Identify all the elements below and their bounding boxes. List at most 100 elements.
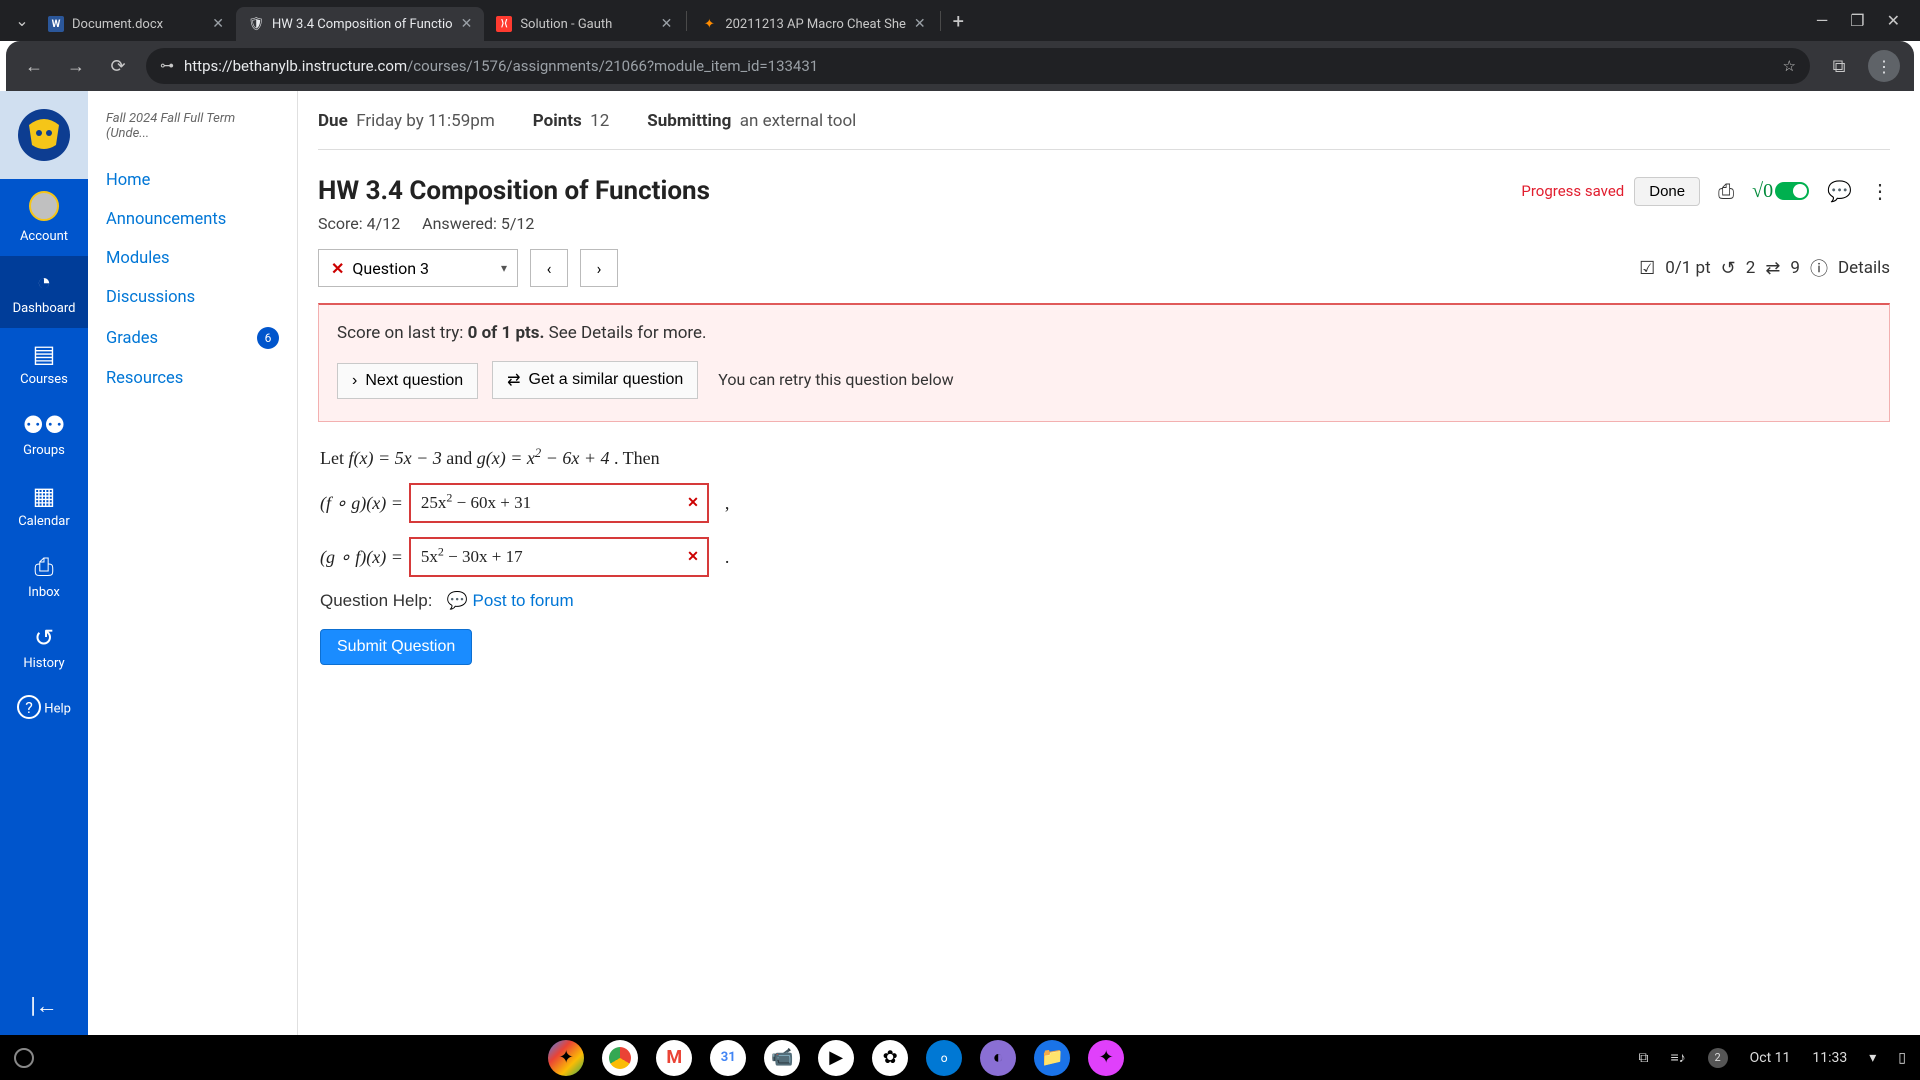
- notification-badge[interactable]: 2: [1708, 1048, 1728, 1068]
- inbox-icon: ⎙: [4, 553, 84, 581]
- nav-inbox[interactable]: ⎙ Inbox: [0, 541, 88, 612]
- tab-search-dropdown[interactable]: ⌄: [8, 7, 36, 35]
- extensions-icon[interactable]: ⧉: [1824, 56, 1854, 77]
- answer-input-gof[interactable]: 5x2 − 30x + 17 ✕: [409, 537, 709, 577]
- minimize-icon[interactable]: —: [1816, 11, 1829, 30]
- score-text: Score: 4/12: [318, 214, 400, 233]
- course-nav-modules[interactable]: Modules: [88, 239, 297, 278]
- clear-icon[interactable]: ✕: [687, 495, 699, 512]
- app-unknown2[interactable]: ✦: [1088, 1040, 1124, 1076]
- incorrect-icon: ✕: [331, 259, 344, 278]
- app-gmail[interactable]: M: [656, 1040, 692, 1076]
- tab-macro[interactable]: ✦ 20211213 AP Macro Cheat She ✕: [689, 7, 937, 41]
- details-link[interactable]: Details: [1838, 258, 1890, 278]
- answer-value: 5x2 − 30x + 17: [421, 547, 523, 567]
- app-outlook[interactable]: o: [926, 1040, 962, 1076]
- course-nav-resources[interactable]: Resources: [88, 359, 297, 398]
- tab-gauth[interactable]: ⟩⟨ Solution - Gauth ✕: [484, 7, 684, 41]
- answer-value: 25x2 − 60x + 31: [421, 493, 531, 513]
- app-gemini[interactable]: ✦: [548, 1040, 584, 1076]
- submit-question-button[interactable]: Submit Question: [320, 629, 472, 665]
- similar-question-button[interactable]: ⇄ Get a similar question: [492, 361, 698, 399]
- f-definition: f(x) = 5x − 3: [349, 448, 442, 468]
- browser-tab-strip: ⌄ W Document.docx ✕ 🛡 HW 3.4 Composition…: [0, 0, 1920, 41]
- tab-hw[interactable]: 🛡 HW 3.4 Composition of Functio ✕: [236, 7, 484, 41]
- app-calendar[interactable]: 31: [710, 1040, 746, 1076]
- bookmark-icon[interactable]: ☆: [1783, 57, 1796, 75]
- wifi-icon[interactable]: ▾: [1869, 1050, 1876, 1066]
- nav-label: Courses: [20, 372, 68, 387]
- close-window-icon[interactable]: ✕: [1887, 11, 1900, 30]
- back-button[interactable]: ←: [20, 56, 48, 77]
- new-tab-button[interactable]: +: [943, 9, 974, 33]
- clear-icon[interactable]: ✕: [687, 549, 699, 566]
- nav-link-label: Grades: [106, 329, 158, 348]
- screenshot-icon[interactable]: ⧉: [1638, 1050, 1648, 1066]
- app-meet[interactable]: 📹: [764, 1040, 800, 1076]
- nav-account[interactable]: Account: [0, 179, 88, 256]
- site-info-icon[interactable]: ⊶: [160, 58, 174, 74]
- collapse-nav-button[interactable]: |←: [14, 977, 73, 1035]
- refresh-icon: ⇄: [507, 370, 520, 390]
- close-icon[interactable]: ✕: [212, 16, 224, 32]
- course-nav-grades[interactable]: Grades6: [88, 317, 297, 359]
- taskbar-date[interactable]: Oct 11: [1750, 1050, 1791, 1066]
- app-files[interactable]: 📁: [1034, 1040, 1070, 1076]
- close-icon[interactable]: ✕: [661, 16, 673, 32]
- app-photos[interactable]: ✿: [872, 1040, 908, 1076]
- media-icon[interactable]: ≡♪: [1670, 1049, 1685, 1066]
- submitting-value: an external tool: [740, 111, 857, 131]
- app-play[interactable]: ▶: [818, 1040, 854, 1076]
- question-selector[interactable]: ✕ Question 3: [318, 249, 518, 287]
- browser-menu-button[interactable]: ⋮: [1868, 50, 1900, 82]
- close-icon[interactable]: ✕: [461, 16, 473, 32]
- canvas-icon: 🛡: [248, 16, 264, 32]
- toggle-switch[interactable]: [1775, 182, 1809, 200]
- taskbar-time[interactable]: 11:33: [1812, 1050, 1847, 1066]
- btn-label: Next question: [365, 372, 463, 390]
- btn-label: Get a similar question: [529, 371, 684, 389]
- restore-icon[interactable]: ❐: [1850, 11, 1864, 30]
- math-display-toggle[interactable]: √0: [1752, 180, 1809, 203]
- course-nav-announcements[interactable]: Announcements: [88, 200, 297, 239]
- due-label: Due: [318, 111, 348, 131]
- points-value: 12: [590, 111, 609, 131]
- print-icon[interactable]: ⎙: [1718, 179, 1734, 203]
- more-icon[interactable]: ⋮: [1870, 179, 1890, 203]
- done-button[interactable]: Done: [1634, 177, 1700, 206]
- nav-label: Account: [20, 229, 68, 244]
- next-question-button-inline[interactable]: › Next question: [337, 363, 478, 399]
- launcher-button[interactable]: [14, 1048, 34, 1068]
- nav-link-label: Resources: [106, 369, 183, 388]
- nav-help[interactable]: ? Help: [0, 683, 88, 735]
- nav-history[interactable]: ↺ History: [0, 612, 88, 683]
- nav-groups[interactable]: ⚉⚉ Groups: [0, 399, 88, 470]
- feedback-suffix: See Details for more.: [544, 323, 706, 343]
- address-bar[interactable]: ⊶ https://bethanylb.instructure.com/cour…: [146, 48, 1810, 84]
- tab-document[interactable]: W Document.docx ✕: [36, 7, 236, 41]
- school-logo[interactable]: [0, 91, 88, 179]
- post-to-forum-link[interactable]: Post to forum: [473, 591, 574, 610]
- nav-courses[interactable]: ▤ Courses: [0, 328, 88, 399]
- tab-separator: [686, 11, 687, 31]
- next-question-button[interactable]: ›: [580, 249, 618, 287]
- prompt-suffix: . Then: [614, 448, 660, 468]
- course-nav: Fall 2024 Fall Full Term (Unde... Home A…: [88, 91, 298, 1035]
- prev-question-button[interactable]: ‹: [530, 249, 568, 287]
- course-nav-home[interactable]: Home: [88, 161, 297, 200]
- close-icon[interactable]: ✕: [914, 16, 926, 32]
- reload-button[interactable]: ⟳: [104, 56, 132, 77]
- answer-input-fog[interactable]: 25x2 − 60x + 31 ✕: [409, 483, 709, 523]
- dashboard-icon: ◔: [4, 268, 84, 297]
- forward-button[interactable]: →: [62, 56, 90, 77]
- g-definition: g(x) = x2 − 6x + 4: [477, 448, 610, 468]
- nav-dashboard[interactable]: ◔ Dashboard: [0, 256, 88, 328]
- app-unknown1[interactable]: ◐: [980, 1040, 1016, 1076]
- url-path: /courses/1576/assignments/21066?module_i…: [407, 57, 818, 75]
- course-nav-discussions[interactable]: Discussions: [88, 278, 297, 317]
- pdf-icon: ✦: [701, 16, 717, 32]
- app-chrome[interactable]: [602, 1040, 638, 1076]
- battery-icon[interactable]: ▯: [1898, 1050, 1906, 1066]
- chat-icon[interactable]: 💬: [1827, 179, 1852, 203]
- nav-calendar[interactable]: ▦ Calendar: [0, 470, 88, 541]
